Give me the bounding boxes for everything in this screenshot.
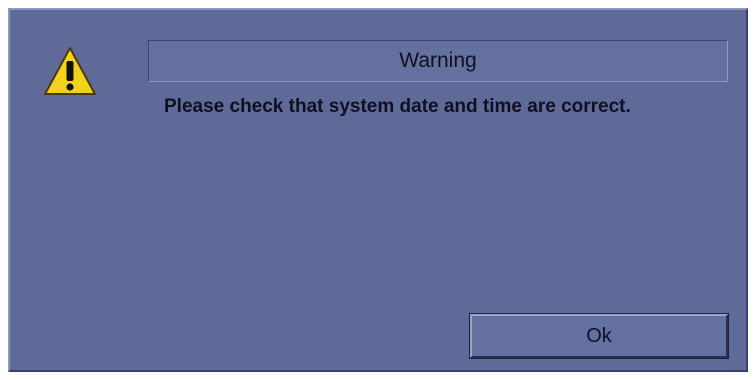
dialog-message: Please check that system date and time a… [164, 96, 631, 117]
dialog-title: Warning [399, 49, 477, 72]
ok-button-label: Ok [586, 324, 612, 347]
warning-icon [42, 44, 98, 100]
warning-dialog: Warning Please check that system date an… [8, 8, 748, 372]
dialog-title-bar: Warning [148, 40, 728, 82]
ok-button[interactable]: Ok [469, 313, 729, 359]
